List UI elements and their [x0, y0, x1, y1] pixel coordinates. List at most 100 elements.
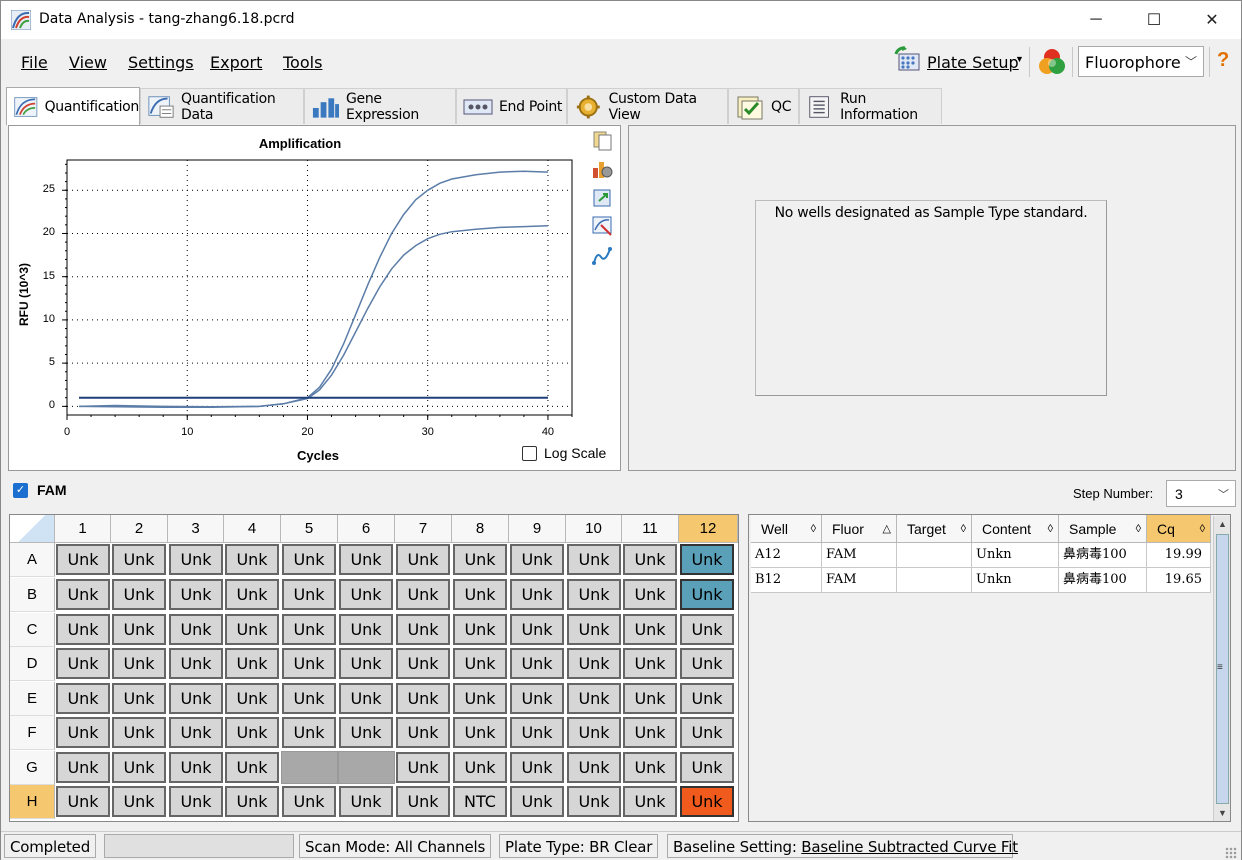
plate-well-a7[interactable]: Unk — [396, 544, 450, 575]
plate-well-c10[interactable]: Unk — [567, 614, 621, 645]
plate-well-c3[interactable]: Unk — [169, 614, 223, 645]
plate-well-f12[interactable]: Unk — [680, 717, 734, 748]
plate-column-header[interactable]: 4 — [224, 515, 281, 543]
plate-column-header[interactable]: 8 — [452, 515, 509, 543]
scroll-down-icon[interactable]: ▼ — [1214, 805, 1231, 821]
plate-well-c9[interactable]: Unk — [510, 614, 564, 645]
table-cell[interactable]: 鼻病毒100 — [1059, 543, 1147, 568]
plate-well-a1[interactable]: Unk — [56, 544, 110, 575]
table-cell[interactable]: 19.65 — [1147, 568, 1211, 593]
plate-column-header[interactable]: 11 — [622, 515, 679, 543]
plate-well-d9[interactable]: Unk — [510, 648, 564, 679]
plate-row-header[interactable]: E — [10, 682, 55, 716]
tab-run-information[interactable]: Run Information — [799, 88, 942, 124]
plate-well-h9[interactable]: Unk — [510, 786, 564, 817]
table-cell[interactable]: Unkn — [972, 543, 1059, 568]
sort-icon[interactable]: ◊ — [961, 515, 966, 543]
column-header-sample[interactable]: Sample ◊ — [1059, 515, 1147, 543]
plate-well-f2[interactable]: Unk — [112, 717, 166, 748]
plate-row-header[interactable]: F — [10, 716, 55, 750]
plate-well-a3[interactable]: Unk — [169, 544, 223, 575]
plate-well-f5[interactable]: Unk — [282, 717, 336, 748]
plate-well-b9[interactable]: Unk — [510, 579, 564, 610]
status-baseline-setting[interactable]: Baseline Setting: Baseline Subtracted Cu… — [667, 834, 1018, 858]
plate-well-c7[interactable]: Unk — [396, 614, 450, 645]
plate-well-h8[interactable]: NTC — [453, 786, 507, 817]
plate-well-d7[interactable]: Unk — [396, 648, 450, 679]
plate-well-b7[interactable]: Unk — [396, 579, 450, 610]
minimize-button[interactable]: ─ — [1067, 1, 1125, 39]
plate-well-b3[interactable]: Unk — [169, 579, 223, 610]
plate-column-header[interactable]: 6 — [338, 515, 395, 543]
plate-well-g12[interactable]: Unk — [680, 752, 734, 783]
plate-well-e11[interactable]: Unk — [623, 683, 677, 714]
plate-select-all-corner[interactable] — [10, 515, 55, 543]
plate-well-d2[interactable]: Unk — [112, 648, 166, 679]
plate-well-e6[interactable]: Unk — [339, 683, 393, 714]
plate-column-header[interactable]: 9 — [509, 515, 566, 543]
plate-well-h6[interactable]: Unk — [339, 786, 393, 817]
plate-row-header[interactable]: D — [10, 647, 55, 681]
column-header-well[interactable]: Well ◊ — [751, 515, 822, 543]
plate-well-g4[interactable]: Unk — [225, 752, 279, 783]
close-button[interactable]: ✕ — [1183, 1, 1241, 39]
fluorophore-select[interactable]: Fluorophore ﹀ — [1078, 46, 1204, 77]
plate-well-e2[interactable]: Unk — [112, 683, 166, 714]
plate-well-d6[interactable]: Unk — [339, 648, 393, 679]
plate-column-header[interactable]: 3 — [168, 515, 224, 543]
plate-well-e12[interactable]: Unk — [680, 683, 734, 714]
plate-setup-icon[interactable] — [893, 46, 923, 76]
plate-well-e10[interactable]: Unk — [567, 683, 621, 714]
sort-icon[interactable]: ◊ — [811, 515, 816, 543]
table-cell[interactable]: A12 — [751, 543, 822, 568]
plate-well-f1[interactable]: Unk — [56, 717, 110, 748]
plate-well-e1[interactable]: Unk — [56, 683, 110, 714]
plate-well-f7[interactable]: Unk — [396, 717, 450, 748]
trace-icon[interactable] — [591, 245, 613, 267]
plate-well-f11[interactable]: Unk — [623, 717, 677, 748]
log-scale-checkbox[interactable]: Log Scale — [522, 445, 606, 461]
plate-well-g8[interactable]: Unk — [453, 752, 507, 783]
plate-well-h7[interactable]: Unk — [396, 786, 450, 817]
plate-well-d8[interactable]: Unk — [453, 648, 507, 679]
table-cell[interactable]: FAM — [822, 568, 897, 593]
plate-well-a8[interactable]: Unk — [453, 544, 507, 575]
step-number-select[interactable]: 3 ﹀ — [1166, 480, 1236, 507]
table-cell[interactable]: Unkn — [972, 568, 1059, 593]
plate-well-g9[interactable]: Unk — [510, 752, 564, 783]
plate-well-d10[interactable]: Unk — [567, 648, 621, 679]
plate-well-b4[interactable]: Unk — [225, 579, 279, 610]
plate-setup-dropdown-icon[interactable]: ▼ — [1015, 54, 1024, 64]
plate-well-c1[interactable]: Unk — [56, 614, 110, 645]
plate-column-header[interactable]: 10 — [566, 515, 622, 543]
column-header-content[interactable]: Content ◊ — [972, 515, 1059, 543]
log-scale-checkbox-box[interactable] — [522, 445, 537, 461]
help-button[interactable]: ? — [1217, 49, 1229, 72]
plate-well-e4[interactable]: Unk — [225, 683, 279, 714]
chart-settings-icon[interactable] — [591, 158, 613, 180]
table-cell[interactable]: 19.99 — [1147, 543, 1211, 568]
plate-well-h12[interactable]: Unk — [680, 786, 734, 817]
plate-well-g6[interactable] — [338, 751, 395, 784]
plate-well-b11[interactable]: Unk — [623, 579, 677, 610]
sort-icon[interactable]: ◊ — [1048, 515, 1053, 543]
plate-well-b10[interactable]: Unk — [567, 579, 621, 610]
table-cell[interactable]: FAM — [822, 543, 897, 568]
plate-well-f10[interactable]: Unk — [567, 717, 621, 748]
plate-well-h2[interactable]: Unk — [112, 786, 166, 817]
plate-well-d1[interactable]: Unk — [56, 648, 110, 679]
plate-well-b8[interactable]: Unk — [453, 579, 507, 610]
plate-well-h11[interactable]: Unk — [623, 786, 677, 817]
tab-qc[interactable]: QC — [728, 88, 799, 124]
plate-column-header[interactable]: 12 — [679, 515, 738, 543]
plate-well-f3[interactable]: Unk — [169, 717, 223, 748]
plate-well-a5[interactable]: Unk — [282, 544, 336, 575]
plate-well-g10[interactable]: Unk — [567, 752, 621, 783]
plate-well-a12[interactable]: Unk — [680, 544, 734, 575]
plate-row-header[interactable]: H — [10, 785, 55, 819]
plate-well-e5[interactable]: Unk — [282, 683, 336, 714]
column-header-fluor[interactable]: Fluor △ — [822, 515, 897, 543]
sort-icon[interactable]: △ — [883, 515, 891, 543]
column-header-target[interactable]: Target ◊ — [897, 515, 972, 543]
sort-icon[interactable]: ◊ — [1136, 515, 1141, 543]
